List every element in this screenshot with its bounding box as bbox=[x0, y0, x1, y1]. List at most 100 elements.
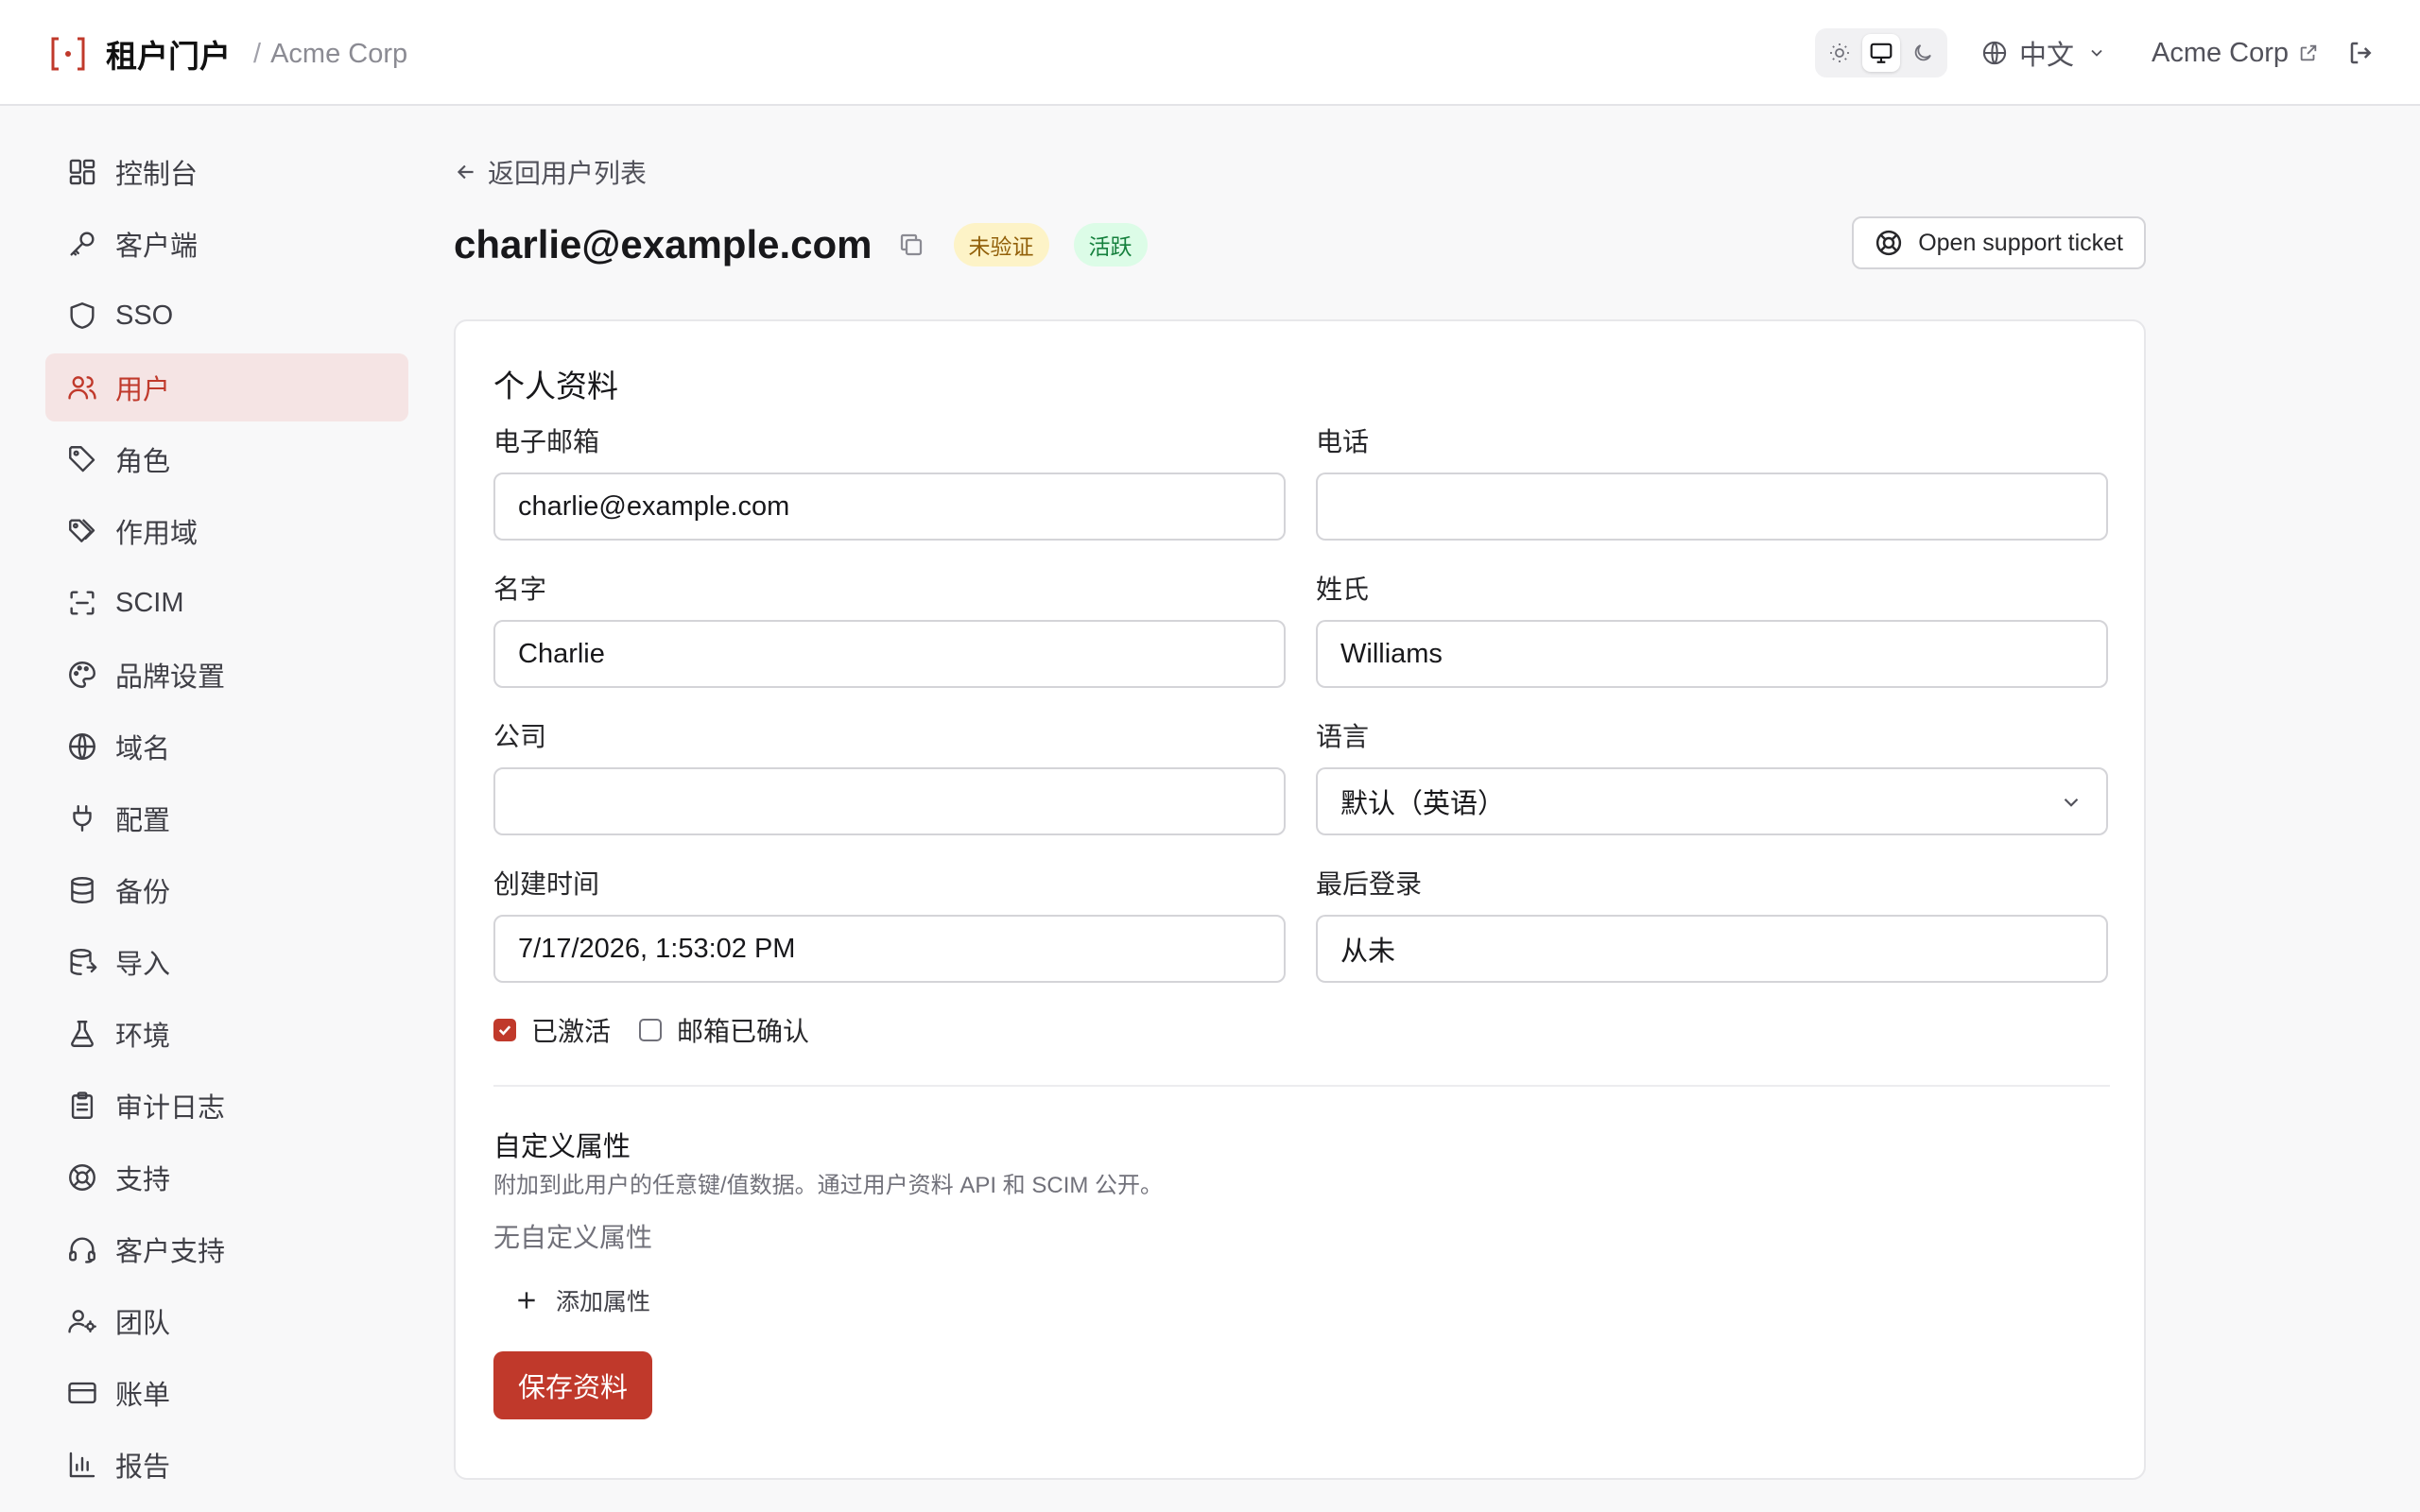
sidebar-item-12[interactable]: 环境 bbox=[45, 1000, 408, 1068]
checkbox-checked[interactable] bbox=[493, 1019, 516, 1041]
sidebar-item-8[interactable]: 域名 bbox=[45, 713, 408, 781]
sidebar-item-6[interactable]: SCIM bbox=[45, 569, 408, 637]
last-login-label: 最后登录 bbox=[1316, 869, 1423, 899]
sidebar-item-5[interactable]: 作用域 bbox=[45, 497, 408, 565]
tag-icon bbox=[69, 446, 95, 472]
sidebar-item-14[interactable]: 支持 bbox=[45, 1143, 408, 1211]
arrow-left-icon bbox=[457, 164, 474, 180]
logout-icon bbox=[2350, 42, 2372, 64]
sun-icon bbox=[1830, 43, 1849, 62]
theme-light-button[interactable] bbox=[1821, 34, 1858, 72]
card-icon bbox=[68, 1382, 96, 1404]
external-link-icon bbox=[2300, 44, 2317, 61]
last-name-field[interactable]: Williams bbox=[1316, 620, 2108, 688]
sidebar-item-label: 用户 bbox=[115, 375, 171, 405]
top-bar: 租户门户 / Acme Corp 中文 Acme Corp bbox=[0, 0, 2420, 106]
open-support-ticket-button[interactable]: Open support ticket bbox=[1852, 216, 2146, 269]
lifebuoy-icon bbox=[69, 1164, 95, 1191]
activated-checkbox[interactable]: 已激活 bbox=[493, 1011, 611, 1049]
status-checkboxes: 已激活 邮箱已确认 bbox=[493, 1011, 2110, 1049]
first-name-field[interactable]: Charlie bbox=[493, 620, 1286, 688]
globe-icon bbox=[69, 733, 95, 760]
created-field[interactable]: 7/17/2026, 1:53:02 PM bbox=[493, 915, 1286, 983]
sidebar-item-18[interactable]: 报告 bbox=[45, 1431, 408, 1499]
sidebar-item-16[interactable]: 团队 bbox=[45, 1287, 408, 1355]
sidebar-item-label: 控制台 bbox=[115, 160, 199, 190]
last-name-label: 姓氏 bbox=[1316, 575, 1370, 604]
sidebar-item-label: 客户端 bbox=[115, 232, 199, 262]
first-name-value: Charlie bbox=[518, 638, 605, 669]
sidebar-item-4[interactable]: 角色 bbox=[45, 425, 408, 493]
monitor-icon bbox=[1870, 43, 1893, 63]
main-header: 返回用户列表 charlie@example.com 未验证 活跃 Open s… bbox=[454, 142, 2146, 287]
dashboard-icon bbox=[69, 159, 95, 185]
sidebar-item-7[interactable]: 品牌设置 bbox=[45, 641, 408, 709]
sidebar-item-label: SSO bbox=[115, 300, 174, 331]
email-group: 电子邮箱 charlie@example.com bbox=[493, 421, 1286, 541]
sidebar-item-label: 支持 bbox=[115, 1165, 171, 1195]
last-login-field[interactable]: 从未 bbox=[1316, 915, 2108, 983]
sidebar-item-10[interactable]: 备份 bbox=[45, 856, 408, 924]
sidebar-item-11[interactable]: 导入 bbox=[45, 928, 408, 996]
tenant-external-link[interactable]: Acme Corp bbox=[2152, 32, 2319, 74]
sidebar-item-label: 配置 bbox=[115, 806, 171, 836]
theme-switcher bbox=[1815, 28, 1947, 77]
sidebar-item-label: 作用域 bbox=[115, 519, 199, 549]
checkbox-unchecked[interactable] bbox=[639, 1019, 663, 1041]
sidebar-item-label: 环境 bbox=[115, 1022, 171, 1052]
language-selector[interactable]: 中文 bbox=[1981, 32, 2106, 74]
brand[interactable]: 租户门户 / Acme Corp bbox=[49, 30, 407, 77]
bar-chart-icon bbox=[69, 1452, 95, 1478]
created-value: 7/17/2026, 1:53:02 PM bbox=[518, 933, 796, 964]
last-name-value: Williams bbox=[1340, 638, 1443, 669]
sidebar-item-label: 团队 bbox=[115, 1309, 171, 1339]
company-field[interactable] bbox=[493, 767, 1286, 835]
created-label: 创建时间 bbox=[493, 869, 600, 899]
first-name-label: 名字 bbox=[493, 575, 547, 604]
sidebar-item-label: SCIM bbox=[115, 587, 184, 618]
sidebar-item-1[interactable]: 客户端 bbox=[45, 210, 408, 278]
back-to-users-link[interactable]: 返回用户列表 bbox=[454, 142, 2146, 202]
sidebar-item-15[interactable]: 客户支持 bbox=[45, 1215, 408, 1283]
theme-dark-button[interactable] bbox=[1904, 34, 1942, 72]
sidebar-item-label: 备份 bbox=[115, 878, 171, 908]
title-row: charlie@example.com 未验证 活跃 Open support … bbox=[454, 202, 2146, 287]
theme-system-button[interactable] bbox=[1862, 34, 1900, 72]
sidebar-nav: 控制台客户端 SSO 用户角色作用域 SCIM 品牌设置域名配置备份导入环境审计日志支持… bbox=[45, 138, 408, 1503]
add-attribute-button[interactable]: 添加属性 bbox=[493, 1281, 2110, 1319]
phone-label: 电话 bbox=[1316, 427, 1370, 456]
email-confirmed-checkbox[interactable]: 邮箱已确认 bbox=[639, 1011, 809, 1049]
copy-icon[interactable] bbox=[897, 231, 925, 259]
section-title: 个人资料 bbox=[493, 369, 618, 404]
users-icon bbox=[68, 376, 96, 400]
sidebar-item-0[interactable]: 控制台 bbox=[45, 138, 408, 206]
sidebar-item-label: 账单 bbox=[115, 1381, 171, 1411]
scan-icon bbox=[70, 591, 95, 615]
language-label: 中文 bbox=[2019, 41, 2075, 71]
globe-icon bbox=[1982, 41, 2007, 65]
sidebar-item-label: 品牌设置 bbox=[115, 662, 226, 693]
phone-field[interactable] bbox=[1316, 472, 2108, 541]
headset-icon bbox=[69, 1237, 95, 1263]
save-profile-button[interactable]: 保存资料 bbox=[493, 1351, 652, 1419]
activated-label: 已激活 bbox=[531, 1017, 612, 1046]
sidebar-item-label: 审计日志 bbox=[115, 1093, 226, 1124]
sidebar-item-17[interactable]: 账单 bbox=[45, 1359, 408, 1427]
plug-icon bbox=[73, 805, 92, 832]
sidebar-item-2[interactable]: SSO bbox=[45, 282, 408, 350]
tenant-link-label: Acme Corp bbox=[2152, 37, 2290, 68]
email-label: 电子邮箱 bbox=[493, 427, 600, 456]
bracket-logo-icon bbox=[51, 37, 85, 71]
company-label: 公司 bbox=[493, 722, 547, 751]
logout-button[interactable] bbox=[2342, 34, 2380, 72]
sidebar-item-13[interactable]: 审计日志 bbox=[45, 1072, 408, 1140]
email-field[interactable]: charlie@example.com bbox=[493, 472, 1286, 541]
lifebuoy-icon bbox=[1876, 230, 1902, 256]
language-select[interactable]: 默认（英语） bbox=[1316, 767, 2108, 835]
sidebar-item-9[interactable]: 配置 bbox=[45, 784, 408, 852]
key-icon bbox=[70, 232, 95, 256]
back-label: 返回用户列表 bbox=[488, 159, 648, 188]
page-title: charlie@example.com bbox=[454, 222, 873, 266]
sidebar-item-3[interactable]: 用户 bbox=[45, 353, 408, 421]
breadcrumb-tenant: Acme Corp bbox=[270, 38, 408, 69]
